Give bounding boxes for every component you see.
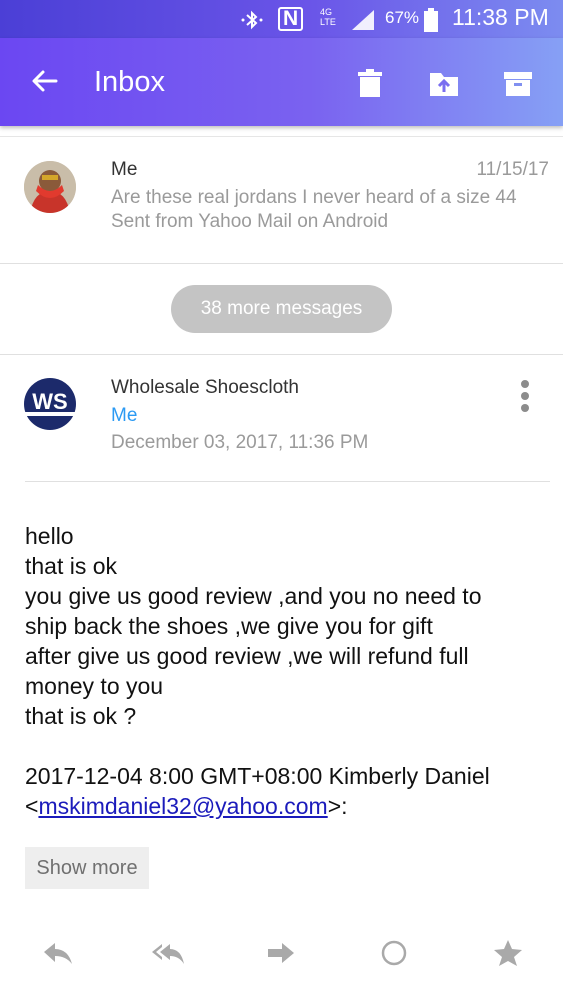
email-link[interactable]: mskimdaniel32@yahoo.com (38, 793, 327, 819)
page-title: Inbox (94, 66, 165, 98)
message-date: December 03, 2017, 11:36 PM (111, 432, 369, 453)
status-bar: N 4G LTE 67% 11:38 PM (0, 0, 563, 38)
message-action-bar (0, 920, 563, 984)
archive-icon[interactable] (502, 67, 534, 99)
body-line: after give us good review ,we will refun… (25, 643, 469, 669)
nfc-icon: N (278, 7, 304, 31)
mark-unread-icon[interactable] (376, 938, 412, 968)
ws-avatar: WS (24, 378, 76, 430)
network-type-label: 4G LTE (320, 7, 336, 27)
more-options-icon[interactable] (518, 380, 532, 416)
preview-line: Are these real jordans I never heard of … (111, 187, 517, 208)
trash-icon[interactable] (354, 67, 386, 99)
message-preview: Are these real jordans I never heard of … (111, 186, 551, 234)
battery-percent: 67% (385, 8, 420, 27)
move-to-folder-icon[interactable] (428, 67, 460, 99)
message-body: hello that is ok you give us good review… (25, 521, 550, 821)
show-more-button[interactable]: Show more (25, 847, 149, 889)
avatar-text: WS (32, 389, 67, 414)
sender-name: Me (111, 159, 138, 180)
quote-bracket: < (25, 793, 39, 819)
reply-all-icon[interactable] (150, 938, 186, 968)
quote-email-line: <mskimdaniel32@yahoo.com>: (25, 791, 550, 821)
app-toolbar: Inbox (0, 38, 563, 126)
body-line: ship back the shoes ,we give you for gif… (25, 613, 433, 639)
quote-bracket: >: (327, 793, 348, 819)
forward-icon[interactable] (264, 938, 300, 968)
clock: 11:38 PM (452, 4, 549, 30)
bluetooth-icon (241, 10, 263, 30)
reply-icon[interactable] (40, 938, 76, 968)
quote-header: 2017-12-04 8:00 GMT+08:00 Kimberly Danie… (25, 763, 490, 789)
body-line: you give us good review ,and you no need… (25, 583, 482, 609)
back-arrow-icon[interactable] (28, 64, 62, 98)
body-line: money to you (25, 673, 164, 699)
divider (25, 481, 550, 482)
message-collapsed[interactable]: Me 11/15/17 Are these real jordans I nev… (0, 136, 563, 264)
battery-icon (424, 8, 438, 32)
signal-icon (352, 10, 374, 30)
body-line: that is ok ? (25, 703, 137, 729)
avatar (24, 161, 76, 213)
more-messages-button[interactable]: 38 more messages (171, 285, 392, 333)
sender-name: Wholesale Shoescloth (111, 377, 299, 398)
divider (0, 354, 563, 355)
body-line: hello (25, 523, 74, 549)
message-date: 11/15/17 (476, 159, 549, 180)
body-line: that is ok (25, 553, 118, 579)
preview-line: Sent from Yahoo Mail on Android (111, 211, 389, 232)
recipient[interactable]: Me (111, 405, 137, 427)
star-icon[interactable] (490, 938, 526, 968)
